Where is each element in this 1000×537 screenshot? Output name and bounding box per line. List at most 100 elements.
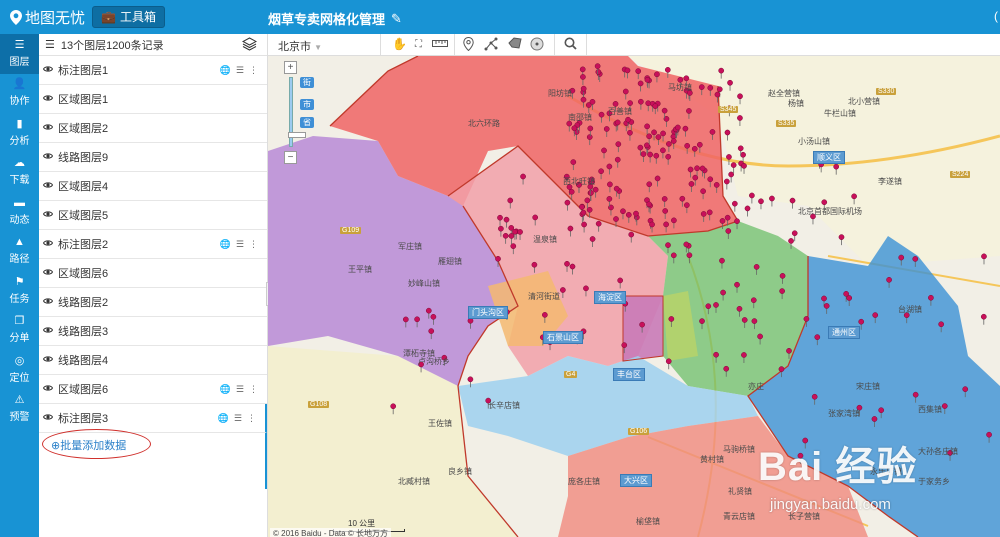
map-marker[interactable] (613, 185, 620, 192)
map-marker[interactable] (683, 75, 690, 82)
map-marker[interactable] (497, 214, 503, 221)
map-marker[interactable] (625, 116, 631, 123)
layer-row[interactable]: 线路图层4 (39, 346, 267, 375)
layer-row[interactable]: 区域图层6 🌐 ☰ ⋮ (39, 375, 267, 404)
map-marker[interactable] (615, 141, 622, 147)
map-marker[interactable] (668, 316, 675, 322)
map-marker[interactable] (734, 281, 740, 288)
map-marker[interactable] (581, 221, 587, 228)
toolbox-button[interactable]: 💼 工具箱 (92, 6, 165, 28)
eye-icon[interactable] (42, 326, 54, 337)
map-marker[interactable] (886, 276, 892, 283)
eye-icon[interactable] (42, 181, 54, 192)
map-marker[interactable] (846, 295, 853, 301)
map-marker[interactable] (661, 196, 668, 202)
map-marker[interactable] (751, 318, 758, 324)
map-marker[interactable] (614, 119, 621, 126)
map-marker[interactable] (719, 257, 725, 264)
map-marker[interactable] (598, 168, 604, 175)
layer-row[interactable]: 区域图层2 (39, 114, 267, 143)
map-marker[interactable] (709, 129, 716, 135)
map-marker[interactable] (633, 210, 639, 217)
layer-row[interactable]: 线路图层9 (39, 143, 267, 172)
map-marker[interactable] (603, 126, 610, 132)
map-marker[interactable] (811, 393, 818, 400)
map-marker[interactable] (502, 232, 509, 239)
map-marker[interactable] (402, 316, 409, 323)
map-marker[interactable] (878, 407, 885, 414)
map-marker[interactable] (684, 142, 691, 149)
layer-row[interactable]: 区域图层5 (39, 201, 267, 230)
pan-hand-icon[interactable]: ✋ (392, 37, 407, 51)
map-marker[interactable] (654, 175, 661, 182)
map-marker[interactable] (749, 192, 755, 199)
zoom-level-province[interactable]: 省 (300, 117, 314, 128)
map-marker[interactable] (586, 134, 593, 140)
map-marker[interactable] (542, 312, 548, 318)
map-marker[interactable] (651, 129, 657, 136)
map-marker[interactable] (786, 347, 792, 354)
map-marker[interactable] (589, 236, 596, 242)
map-marker[interactable] (716, 86, 723, 93)
map-marker[interactable] (750, 297, 757, 304)
map-marker[interactable] (627, 129, 633, 136)
map-marker[interactable] (838, 234, 845, 240)
map-marker[interactable] (560, 287, 566, 293)
map-marker[interactable] (779, 273, 786, 279)
map-marker[interactable] (912, 256, 919, 262)
map-marker[interactable] (713, 351, 719, 358)
map-marker[interactable] (753, 264, 760, 270)
map-marker[interactable] (601, 147, 607, 154)
map-marker[interactable] (654, 71, 660, 78)
map-marker[interactable] (688, 181, 695, 187)
map-marker[interactable] (736, 305, 743, 312)
map-marker[interactable] (789, 197, 796, 204)
zoom-out-button[interactable]: − (284, 151, 297, 164)
map-marker[interactable] (594, 63, 601, 69)
layer-row[interactable]: 区域图层1 (39, 85, 267, 114)
map-marker[interactable] (583, 285, 589, 292)
map-marker[interactable] (635, 68, 642, 74)
zoom-box-icon[interactable]: ⛶ (415, 39, 422, 50)
more-vertical-icon[interactable]: ⋮ (249, 384, 258, 395)
map-marker[interactable] (705, 303, 712, 310)
map-marker[interactable] (637, 144, 644, 151)
globe-icon[interactable]: 🌐 (220, 239, 231, 250)
map-marker[interactable] (778, 366, 785, 372)
table-icon[interactable]: ☰ (236, 384, 244, 395)
map-marker[interactable] (788, 238, 794, 244)
map-marker[interactable] (814, 334, 821, 340)
map-marker[interactable] (698, 84, 705, 90)
map-marker[interactable] (694, 165, 700, 172)
map-marker[interactable] (588, 190, 594, 196)
map-marker[interactable] (628, 231, 635, 238)
map-marker[interactable] (741, 317, 748, 323)
map-marker[interactable] (390, 403, 397, 410)
map-marker[interactable] (823, 303, 830, 309)
map-marker[interactable] (724, 214, 731, 221)
layer-row[interactable]: 区域图层4 (39, 172, 267, 201)
eye-icon[interactable] (42, 210, 54, 221)
pencil-icon[interactable]: ✎ (391, 11, 402, 27)
zoom-level-street[interactable]: 街 (300, 77, 314, 88)
map-marker[interactable] (779, 288, 785, 294)
map-marker[interactable] (508, 233, 515, 239)
map-marker[interactable] (580, 209, 587, 216)
more-vertical-icon[interactable]: ⋮ (249, 65, 258, 76)
map-marker[interactable] (928, 294, 934, 301)
eye-icon[interactable] (42, 297, 54, 308)
map-marker[interactable] (707, 85, 714, 91)
eye-icon[interactable] (42, 268, 54, 279)
map-marker[interactable] (571, 125, 578, 132)
map-marker[interactable] (644, 123, 650, 130)
map-marker[interactable] (726, 154, 732, 160)
map-marker[interactable] (652, 103, 659, 109)
map-marker[interactable] (580, 85, 587, 92)
ruler-icon[interactable] (432, 37, 448, 51)
layer-row[interactable]: 线路图层2 (39, 288, 267, 317)
zoom-in-button[interactable]: + (284, 61, 297, 74)
map-marker[interactable] (495, 255, 501, 262)
more-vertical-icon[interactable]: ⋮ (247, 413, 256, 424)
more-vertical-icon[interactable]: ⋮ (249, 239, 258, 250)
map-marker[interactable] (531, 261, 538, 268)
